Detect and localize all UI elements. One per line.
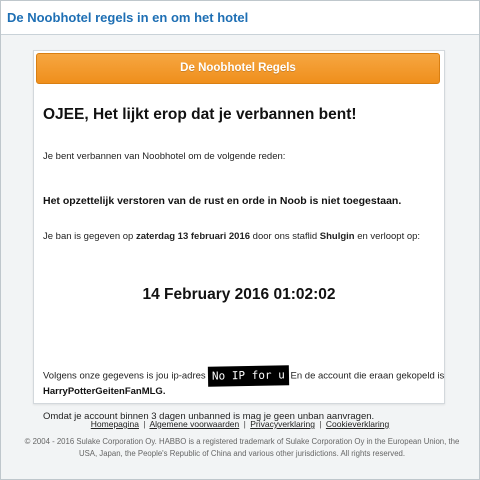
ip-info-suffix: En de account die eraan gekopeld is <box>290 370 445 382</box>
footer-separator: | <box>143 419 146 429</box>
footer-separator: | <box>319 419 322 429</box>
card-header: De Noobhotel Regels <box>36 53 440 84</box>
staff-name: Shulgin <box>319 231 355 242</box>
ip-info: Volgens onze gegevens is jou ip-adres No … <box>43 365 445 387</box>
card-header-title: De Noobhotel Regels <box>180 62 296 74</box>
app-window: De Noobhotel regels in en om het hotel D… <box>0 0 480 480</box>
ban-heading: OJEE, Het lijkt erop dat je verbannen be… <box>43 106 357 123</box>
ban-info-middle: door ons staflid <box>250 231 320 242</box>
ban-info: Je ban is gegeven op zaterdag 13 februar… <box>43 231 420 242</box>
ban-info-suffix: en verloopt op: <box>354 231 421 242</box>
title-bar: De Noobhotel regels in en om het hotel <box>1 1 479 35</box>
ban-expiry: 14 February 2016 01:02:02 <box>142 286 336 303</box>
copyright-line-2: USA, Japan, the People's Republic of Chi… <box>78 449 406 458</box>
footer-link-algemene-voorwaarden[interactable]: Algemene voorwaarden <box>149 419 239 429</box>
footer-link-homepagina[interactable]: Homepagina <box>91 419 139 429</box>
ip-info-prefix: Volgens onze gegevens is jou ip-adres <box>43 370 206 382</box>
ban-reason: Het opzettelijk verstoren van de rust en… <box>43 195 402 207</box>
redacted-ip: No IP for u <box>207 365 289 387</box>
ban-card: De Noobhotel Regels OJEE, Het lijkt erop… <box>33 50 445 422</box>
window-title: De Noobhotel regels in en om het hotel <box>7 10 249 25</box>
ban-info-prefix: Je ban is gegeven op <box>43 231 136 242</box>
copyright: © 2004 - 2016 Sulake Corporation Oy. HAB… <box>11 436 473 460</box>
reason-intro: Je bent verbannen van Noobhotel om de vo… <box>43 151 286 162</box>
footer-link-privacyverklaring[interactable]: Privacyverklaring <box>250 419 315 429</box>
footer-separator: | <box>243 419 246 429</box>
ban-date: zaterdag 13 februari 2016 <box>135 231 251 242</box>
account-name: HarryPotterGeitenFanMLG. <box>43 386 166 397</box>
copyright-line-1: © 2004 - 2016 Sulake Corporation Oy. HAB… <box>24 437 460 446</box>
page-body: De Noobhotel Regels OJEE, Het lijkt erop… <box>1 35 479 479</box>
footer-links: Homepagina | Algemene voorwaarden | Priv… <box>1 419 479 429</box>
footer-link-cookieverklaring[interactable]: Cookieverklaring <box>326 419 389 429</box>
